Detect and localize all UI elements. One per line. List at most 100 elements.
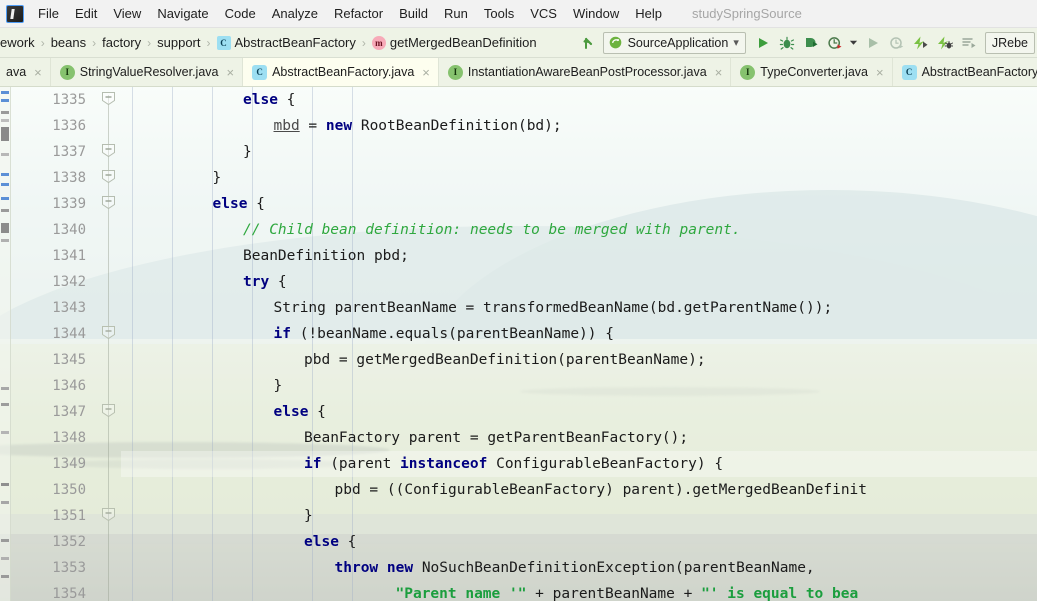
- breadcrumb-item-getmergedbeandefinition[interactable]: m getMergedBeanDefinition: [371, 35, 537, 50]
- make-project-button[interactable]: [579, 32, 601, 54]
- close-icon[interactable]: ×: [876, 65, 884, 80]
- line-number: 1349: [52, 456, 86, 472]
- jrebel-debug-button[interactable]: [934, 32, 956, 54]
- profile-button[interactable]: [824, 32, 846, 54]
- fold-collapse-icon[interactable]: [101, 195, 116, 210]
- code-line[interactable]: BeanDefinition pbd;: [121, 243, 1037, 269]
- fold-collapse-icon[interactable]: [101, 507, 116, 522]
- run-button[interactable]: [752, 32, 774, 54]
- line-number: 1339: [52, 196, 86, 212]
- code-line[interactable]: // Child bean definition: needs to be me…: [121, 217, 1037, 243]
- menu-item-help[interactable]: Help: [627, 3, 670, 24]
- code-line[interactable]: }: [121, 503, 1037, 529]
- menu-item-run[interactable]: Run: [436, 3, 476, 24]
- breadcrumb-item-factory[interactable]: factory: [102, 35, 141, 50]
- code-line[interactable]: "Parent name '" + parentBeanName + "' is…: [121, 581, 1037, 601]
- code-line[interactable]: else {: [121, 87, 1037, 113]
- fold-collapse-icon[interactable]: [101, 403, 116, 418]
- code-folding-gutter[interactable]: [95, 87, 121, 601]
- code-token: else: [273, 404, 309, 420]
- code-line[interactable]: else {: [121, 399, 1037, 425]
- run-configuration-selector[interactable]: SourceApplication ▾: [602, 31, 746, 54]
- code-line[interactable]: String parentBeanName = transformedBeanN…: [121, 295, 1037, 321]
- stop-button[interactable]: [886, 32, 908, 54]
- code-text[interactable]: else { mbd = new RootBeanDefinition(bd);…: [121, 87, 1037, 601]
- fold-collapse-icon[interactable]: [101, 91, 116, 106]
- chevron-down-icon[interactable]: ▾: [733, 36, 739, 49]
- rerun-button[interactable]: [862, 32, 884, 54]
- editor-tab-abstractbeanfactory[interactable]: C AbstractBeanFactory.java ×: [243, 58, 439, 86]
- code-token: String parentBeanName = transformedBeanN…: [273, 300, 833, 316]
- code-line[interactable]: throw new NoSuchBeanDefinitionException(…: [121, 555, 1037, 581]
- code-token: instanceof: [400, 456, 488, 472]
- jrebel-button[interactable]: JRebe: [984, 31, 1035, 54]
- line-number: 1343: [52, 300, 86, 316]
- close-icon[interactable]: ×: [422, 65, 430, 80]
- code-token: pbd = getMergedBeanDefinition(parentBean…: [304, 352, 706, 368]
- tab-label: AbstractBeanFactory.c: [921, 65, 1037, 79]
- code-line[interactable]: }: [121, 165, 1037, 191]
- intellij-idea-logo-icon: [6, 4, 24, 23]
- code-line[interactable]: mbd = new RootBeanDefinition(bd);: [121, 113, 1037, 139]
- menu-item-build[interactable]: Build: [391, 3, 436, 24]
- menu-item-tools[interactable]: Tools: [476, 3, 522, 24]
- debug-button[interactable]: [776, 32, 798, 54]
- breadcrumb-item-abstractbeanfactory[interactable]: C AbstractBeanFactory: [216, 35, 356, 50]
- code-line-current[interactable]: if (parent instanceof ConfigurableBeanFa…: [121, 451, 1037, 477]
- code-token: else: [243, 92, 278, 108]
- code-line[interactable]: }: [121, 139, 1037, 165]
- code-line[interactable]: pbd = getMergedBeanDefinition(parentBean…: [121, 347, 1037, 373]
- menu-item-edit[interactable]: Edit: [67, 3, 105, 24]
- fold-collapse-icon[interactable]: [101, 325, 116, 340]
- editor-tab-partial[interactable]: ava ×: [0, 58, 51, 86]
- menu-item-view[interactable]: View: [105, 3, 149, 24]
- menu-item-refactor[interactable]: Refactor: [326, 3, 391, 24]
- editor-tab-typeconverter[interactable]: I TypeConverter.java ×: [731, 58, 893, 86]
- menu-item-analyze[interactable]: Analyze: [264, 3, 326, 24]
- line-number: 1337: [52, 144, 86, 160]
- breadcrumb-item-beans[interactable]: beans: [51, 35, 86, 50]
- menu-item-navigate[interactable]: Navigate: [149, 3, 216, 24]
- fold-collapse-icon[interactable]: [101, 169, 116, 184]
- tab-label: InstantiationAwareBeanPostProcessor.java: [467, 65, 707, 79]
- code-line[interactable]: BeanFactory parent = getParentBeanFactor…: [121, 425, 1037, 451]
- code-line[interactable]: if (!beanName.equals(parentBeanName)) {: [121, 321, 1037, 347]
- code-editor[interactable]: 1335 1336 1337 1338 1339 1340 1341 1342 …: [0, 87, 1037, 601]
- breadcrumb-label: getMergedBeanDefinition: [389, 35, 537, 50]
- analysis-marker-strip[interactable]: [0, 87, 11, 601]
- line-number: 1345: [52, 352, 86, 368]
- menu-item-vcs[interactable]: VCS: [522, 3, 565, 24]
- run-with-coverage-button[interactable]: [800, 32, 822, 54]
- code-line[interactable]: else {: [121, 529, 1037, 555]
- line-number: 1335: [52, 92, 86, 108]
- code-token: new: [325, 118, 353, 134]
- breadcrumb-item-framework[interactable]: ework: [0, 35, 35, 50]
- code-line[interactable]: else {: [121, 191, 1037, 217]
- tab-label: AbstractBeanFactory.java: [272, 65, 415, 79]
- editor-tab-instantiationawarebeanpostprocessor[interactable]: I InstantiationAwareBeanPostProcessor.ja…: [439, 58, 732, 86]
- editor-tab-abstractbeanfactory-2[interactable]: C AbstractBeanFactory.c: [893, 58, 1037, 86]
- code-line[interactable]: pbd = ((ConfigurableBeanFactory) parent)…: [121, 477, 1037, 503]
- fold-collapse-icon[interactable]: [101, 143, 116, 158]
- run-configuration-label: SourceApplication: [627, 35, 729, 50]
- breadcrumb: ework › beans › factory › support › C Ab…: [0, 35, 537, 50]
- close-icon[interactable]: ×: [226, 65, 234, 80]
- jrebel-run-button[interactable]: [910, 32, 932, 54]
- line-number: 1346: [52, 378, 86, 394]
- code-line[interactable]: try {: [121, 269, 1037, 295]
- menu-item-window[interactable]: Window: [565, 3, 627, 24]
- code-token: (!beanName.equals(parentBeanName)) {: [290, 326, 614, 342]
- menu-item-code[interactable]: Code: [217, 3, 264, 24]
- project-name-label: studySpringSource: [691, 6, 802, 21]
- breadcrumb-item-support[interactable]: support: [157, 35, 200, 50]
- code-token: throw: [334, 560, 379, 576]
- menu-item-file[interactable]: File: [30, 3, 67, 24]
- code-token: }: [243, 144, 252, 160]
- breadcrumb-label: factory: [102, 35, 142, 50]
- editor-tab-stringvalueresolver[interactable]: I StringValueResolver.java ×: [51, 58, 244, 86]
- profile-dropdown-arrow[interactable]: [848, 32, 860, 54]
- close-icon[interactable]: ×: [34, 65, 42, 80]
- code-line[interactable]: }: [121, 373, 1037, 399]
- update-resources-button[interactable]: [958, 32, 980, 54]
- close-icon[interactable]: ×: [715, 65, 723, 80]
